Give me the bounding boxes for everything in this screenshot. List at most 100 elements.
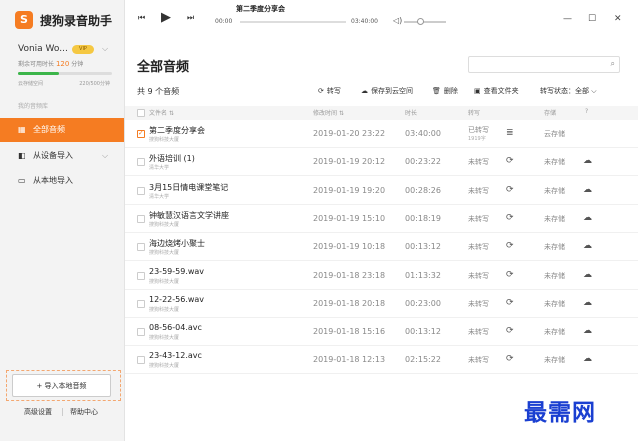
transcribe-status: 未转写 [468, 356, 489, 365]
modified-time: 2019-01-18 15:16 [313, 327, 386, 337]
remain-time: 剩余可用时长 120 分钟 [18, 60, 84, 68]
transcribe-icon[interactable]: ⟳ [506, 241, 514, 251]
row-checkbox[interactable] [137, 271, 145, 280]
table-row[interactable]: 第二季度分享会搜狗科技大厦 2019-01-20 23:22 03:40:00 已转写… [125, 120, 638, 148]
column-name[interactable]: 文件名 ⇅ [149, 108, 174, 117]
column-modified[interactable]: 修改时间 ⇅ [313, 108, 344, 117]
file-name[interactable]: 钟敏慧汉语言文学讲座 [149, 210, 229, 221]
cloud-save-icon: ☁ [361, 87, 368, 95]
column-duration[interactable]: 时长 [405, 108, 417, 117]
row-checkbox[interactable] [137, 328, 145, 337]
table-row[interactable]: 08-56-04.avc 搜狗科技大厦 2019-01-18 15:16 00:13:… [125, 318, 638, 347]
duration: 00:13:12 [405, 327, 441, 337]
transcribe-button[interactable]: ⟳ 转写 [318, 86, 341, 96]
transcribe-icon[interactable]: ⟳ [506, 156, 514, 166]
cloud-upload-icon[interactable]: ☁ [583, 354, 592, 364]
maximize-icon[interactable]: ☐ [588, 14, 596, 24]
previous-icon[interactable]: ⏮ [138, 13, 145, 23]
sidebar-item-local-import[interactable]: ▭ 从本地导入 [0, 169, 124, 193]
transcribe-icon[interactable]: ⟳ [506, 326, 514, 336]
file-name[interactable]: 第二季度分享会 [149, 125, 205, 136]
help-circle-icon[interactable]: ? [585, 108, 588, 115]
volume-slider-handle[interactable] [417, 18, 424, 25]
row-checkbox[interactable] [137, 158, 145, 167]
player-progress-track[interactable] [240, 21, 346, 23]
file-source: 清华大学 [149, 165, 170, 172]
table-row[interactable]: 23-59-59.wav 搜狗科技大厦 2019-01-18 23:18 01:13:… [125, 262, 638, 290]
sort-icon: ⇅ [338, 110, 344, 117]
next-icon[interactable]: ⏭ [187, 13, 194, 23]
cloud-upload-icon[interactable]: ☁ [583, 156, 592, 166]
save-to-cloud-button[interactable]: ☁ 保存到云空间 [361, 86, 413, 96]
row-checkbox[interactable] [137, 243, 145, 252]
cloud-upload-icon[interactable]: ☁ [583, 241, 592, 251]
storage-status: 未存储 [544, 186, 565, 195]
file-name[interactable]: 外语培训 (1) [149, 153, 195, 164]
document-icon[interactable]: ≣ [506, 128, 514, 138]
duration: 03:40:00 [405, 129, 441, 138]
open-folder-button[interactable]: ▣ 查看文件夹 [474, 86, 519, 96]
table-header [125, 106, 638, 120]
transcribe-icon[interactable]: ⟳ [506, 298, 514, 308]
transcribe-icon[interactable]: ⟳ [506, 270, 514, 280]
file-source: 搜狗科技大厦 [149, 137, 180, 143]
close-icon[interactable]: ✕ [614, 14, 622, 24]
cloud-upload-icon[interactable]: ☁ [583, 270, 592, 280]
table-row[interactable]: 12-22-56.wav 搜狗科技大厦 2019-01-18 20:18 00:23:… [125, 290, 638, 318]
file-source: 搜狗科技大厦 [149, 278, 180, 285]
file-name[interactable]: 海边烧烤小聚士 [149, 238, 205, 249]
table-row[interactable]: 钟敏慧汉语言文学讲座 搜狗科技大厦 2019-01-19 15:10 00:18:19… [125, 205, 638, 233]
row-checkbox[interactable] [137, 299, 145, 308]
minimize-icon[interactable]: — [563, 14, 572, 24]
file-name[interactable]: 23-59-59.wav [149, 267, 204, 276]
file-name[interactable]: 12-22-56.wav [149, 295, 204, 304]
storage-status: 未存储 [544, 271, 565, 280]
delete-button[interactable]: 🗑 删除 [432, 86, 458, 96]
monitor-icon: ▭ [18, 176, 26, 185]
row-checkbox[interactable] [137, 356, 145, 365]
file-name[interactable]: 08-56-04.avc [149, 323, 202, 332]
column-transcribe: 转写 [468, 110, 481, 117]
help-link[interactable]: 帮助中心 [70, 407, 98, 417]
user-name[interactable]: Vonia Wo... [18, 44, 68, 54]
settings-link[interactable]: 高级设置 [24, 407, 52, 417]
table-row[interactable]: 3月15日情电课堂笔记 清华大学 2019-01-19 19:20 00:28:26 未… [125, 177, 638, 205]
cloud-upload-icon[interactable]: ☁ [583, 326, 592, 336]
select-all-checkbox[interactable] [137, 109, 145, 117]
chevron-down-icon: ⌵ [591, 87, 597, 95]
transcribe-icon[interactable]: ⟳ [506, 354, 514, 364]
cloud-upload-icon[interactable]: ☁ [583, 185, 592, 195]
file-source: 清华大学 [149, 193, 170, 200]
file-source: 搜狗科技大厦 [149, 363, 180, 370]
storage-status: 未存储 [544, 328, 565, 337]
table-row[interactable]: 海边烧烤小聚士 搜狗科技大厦 2019-01-19 10:18 00:13:12 未转写… [125, 233, 638, 262]
volume-slider[interactable] [404, 21, 446, 23]
row-checkbox[interactable] [137, 214, 145, 223]
duration: 00:13:12 [405, 242, 441, 252]
table-row[interactable]: 23-43-12.avc 搜狗科技大厦 2019-01-18 12:13 02:15:… [125, 346, 638, 375]
transcribe-icon[interactable]: ⟳ [506, 185, 514, 195]
duration: 00:23:22 [405, 157, 441, 167]
sidebar-item-all-audio[interactable]: ▦ 全部音频 [0, 118, 124, 142]
table-row[interactable]: 外语培训 (1) 清华大学 2019-01-19 20:12 00:23:22 未转写 ⟳… [125, 148, 638, 177]
volume-icon[interactable]: ◁) [393, 16, 402, 25]
chevron-down-icon[interactable]: ⌵ [102, 44, 108, 54]
chevron-down-icon[interactable]: ⌵ [102, 144, 108, 168]
cloud-upload-icon[interactable]: ☁ [583, 298, 592, 308]
file-name[interactable]: 3月15日情电课堂笔记 [149, 182, 228, 193]
audio-count: 共 9 个音频 [137, 87, 180, 96]
sidebar: S 搜狗录音助手 Vonia Wo... VIP ⌵ 剩余可用时长 120 分钟… [0, 0, 125, 441]
search-input[interactable]: ⌕ [468, 56, 620, 73]
transcribe-status: 未转写 [468, 214, 489, 223]
row-checkbox[interactable] [137, 129, 145, 138]
transcribe-icon[interactable]: ⟳ [506, 213, 514, 223]
status-filter-dropdown[interactable]: 转写状态：全部 ⌵ [540, 86, 597, 96]
library-section-label: 我的音频库 [18, 103, 49, 110]
play-icon[interactable]: ▶ [161, 10, 171, 25]
cloud-upload-icon[interactable]: ☁ [583, 213, 592, 223]
file-name[interactable]: 23-43-12.avc [149, 351, 202, 360]
row-checkbox[interactable] [137, 186, 145, 195]
sidebar-item-device-import[interactable]: ◧ 从设备导入 ⌵ [0, 144, 124, 168]
import-local-button[interactable]: + 导入本地音频 [12, 374, 111, 397]
modified-time: 2019-01-19 19:20 [313, 185, 386, 195]
